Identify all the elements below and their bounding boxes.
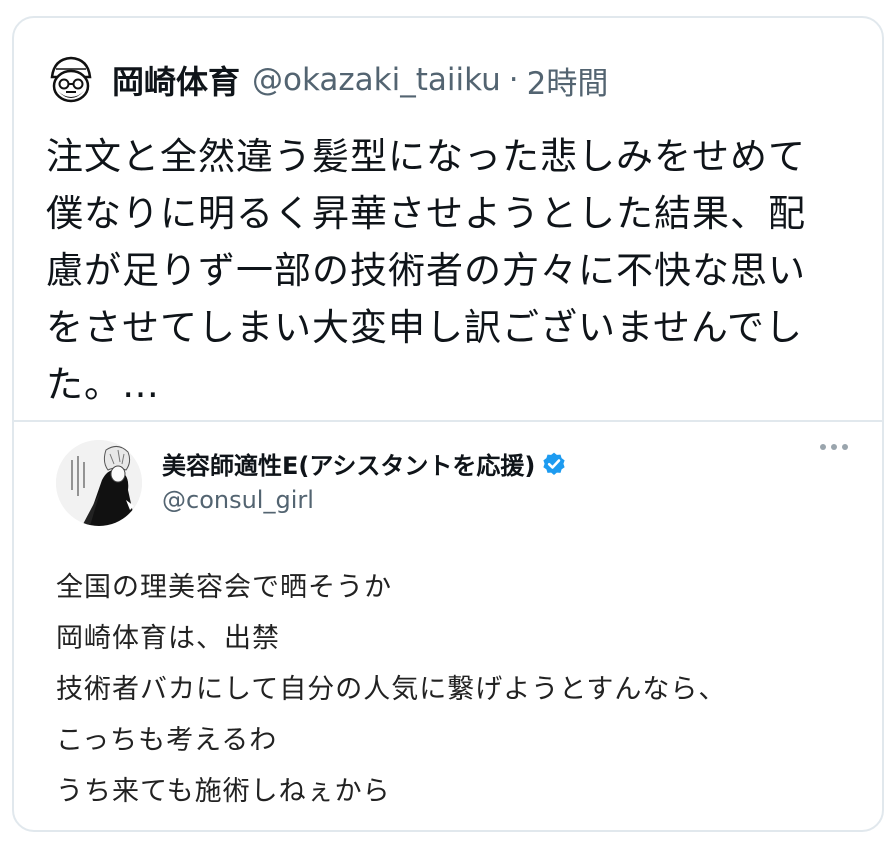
tweet-header: 岡崎体育 @okazaki_taiiku · 2時間 <box>44 52 608 108</box>
tweet-card[interactable]: 岡崎体育 @okazaki_taiiku · 2時間 注文と全然違う髪型になった… <box>12 16 884 832</box>
quoted-author-handle[interactable]: @consul_girl <box>162 486 314 514</box>
more-dot <box>831 444 837 450</box>
tweet-timestamp[interactable]: 2時間 <box>527 58 609 103</box>
author-avatar[interactable] <box>44 53 98 107</box>
quoted-tweet[interactable]: 美容師適性E(アシスタントを応援) @consul_girl 全国の理美容会で晒… <box>14 420 882 830</box>
more-dot <box>820 444 826 450</box>
quoted-line: 技術者バカにして自分の人気に繋げようとすんなら、 <box>56 674 727 705</box>
quoted-author-name[interactable]: 美容師適性E(アシスタントを応援) <box>162 446 535 481</box>
quoted-tweet-text: 全国の理美容会で晒そうか 岡崎体育は、出禁 技術者バカにして自分の人気に繋げよう… <box>56 562 856 817</box>
quoted-line: 全国の理美容会で晒そうか <box>56 572 392 603</box>
quoted-author-avatar[interactable] <box>56 440 142 526</box>
more-options-icon[interactable] <box>820 444 848 450</box>
author-name[interactable]: 岡崎体育 <box>112 57 240 103</box>
quoted-name-row: 美容師適性E(アシスタントを応援) <box>162 446 567 481</box>
quoted-line: こっちも考えるわ <box>56 725 278 756</box>
separator-dot: · <box>508 62 519 98</box>
quoted-line: 岡崎体育は、出禁 <box>56 623 280 654</box>
more-dot <box>842 444 848 450</box>
author-handle[interactable]: @okazaki_taiiku <box>252 62 501 98</box>
quoted-line: うち来ても施術しねぇから <box>56 776 391 807</box>
tweet-text: 注文と全然違う髪型になった悲しみをせめて僕なりに明るく昇華させようとした結果、配… <box>46 135 806 406</box>
verified-badge-icon <box>543 452 565 475</box>
